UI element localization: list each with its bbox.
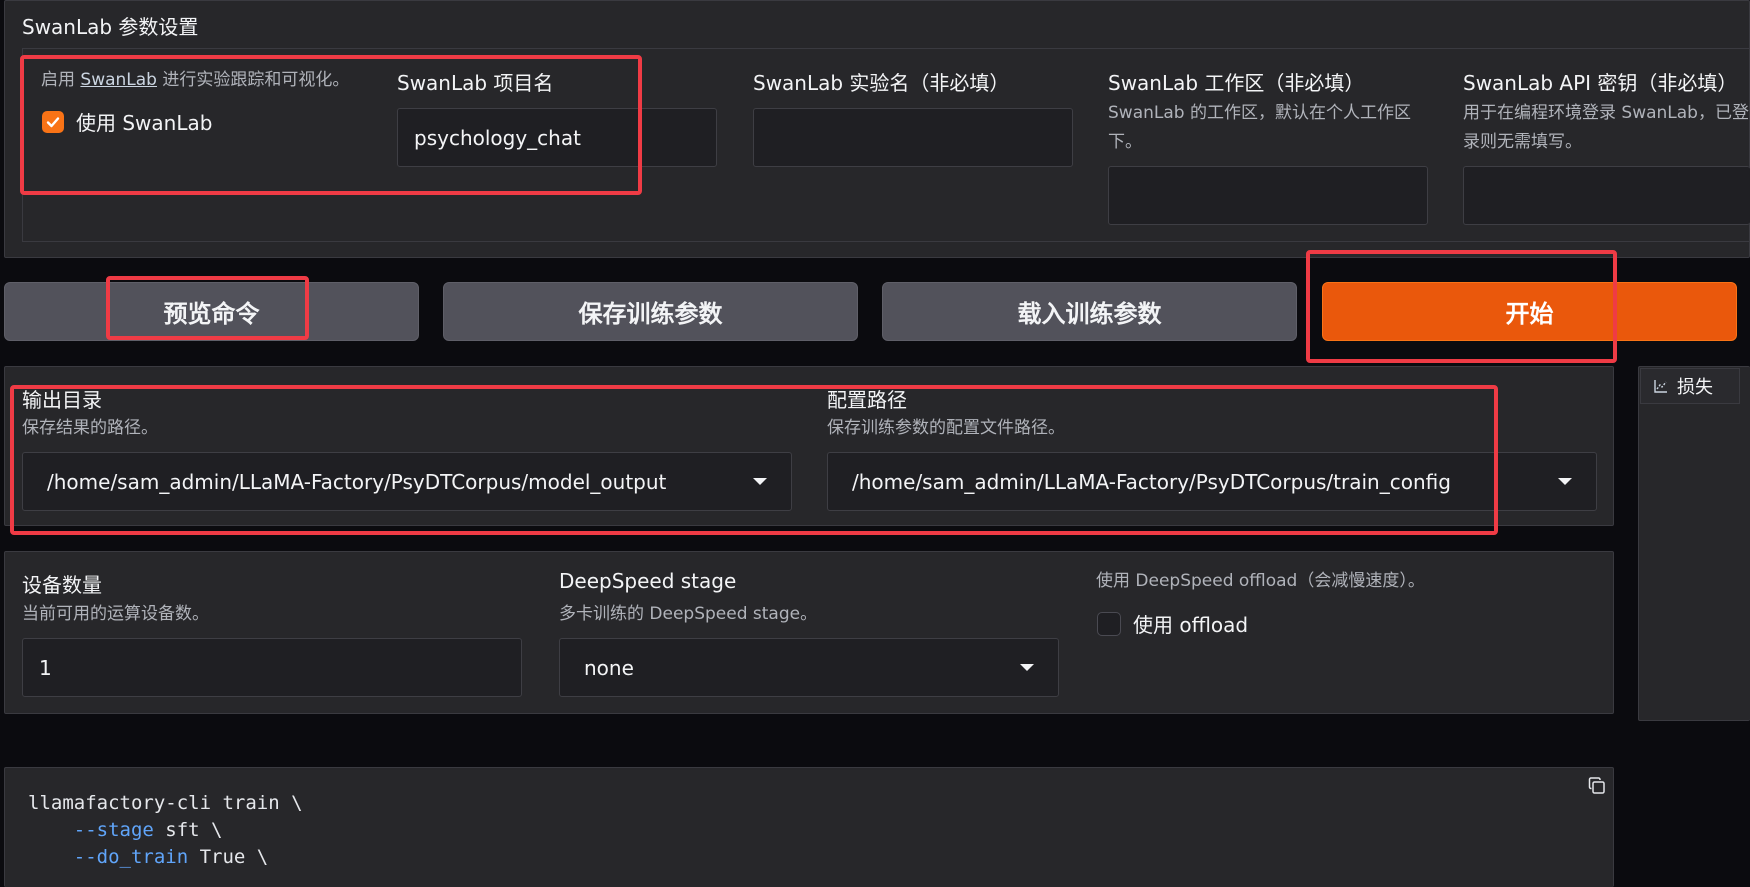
deepspeed-stage-value: none xyxy=(584,655,634,680)
use-offload-checkbox[interactable] xyxy=(1097,611,1121,636)
swanlab-enable-description: 启用 SwanLab 进行实验跟踪和可视化。 xyxy=(41,66,349,95)
output-dir-dropdown[interactable]: /home/sam_admin/LLaMA-Factory/PsyDTCorpu… xyxy=(22,452,792,511)
use-swanlab-checkbox-row[interactable]: 使用 SwanLab xyxy=(42,107,212,136)
config-path-label: 配置路径 xyxy=(827,388,907,412)
preview-command-button[interactable]: 预览命令 xyxy=(4,282,419,341)
use-swanlab-label: 使用 SwanLab xyxy=(76,111,213,135)
chevron-down-icon[interactable] xyxy=(1558,478,1572,485)
code-value: True \ xyxy=(188,846,269,868)
swanlab-api-key-label: SwanLab API 密钥（非必填） xyxy=(1463,71,1738,95)
output-dir-description: 保存结果的路径。 xyxy=(22,418,158,438)
swanlab-api-key-description: 用于在编程环境登录 SwanLab，已登录则无需填写。 xyxy=(1463,103,1749,152)
deepspeed-stage-description: 多卡训练的 DeepSpeed stage。 xyxy=(559,604,818,624)
swanlab-project-input[interactable]: psychology_chat xyxy=(397,108,717,167)
config-path-value: /home/sam_admin/LLaMA-Factory/PsyDTCorpu… xyxy=(852,469,1451,494)
swanlab-section-title: SwanLab 参数设置 xyxy=(22,15,199,39)
chevron-down-icon[interactable] xyxy=(1020,664,1034,671)
swanlab-workspace-label: SwanLab 工作区（非必填） xyxy=(1108,71,1365,95)
swanlab-workspace-description: SwanLab 的工作区，默认在个人工作区下。 xyxy=(1108,103,1411,152)
device-count-description: 当前可用的运算设备数。 xyxy=(22,604,209,624)
save-training-params-button[interactable]: 保存训练参数 xyxy=(443,282,858,341)
swanlab-project-label: SwanLab 项目名 xyxy=(397,71,554,95)
loss-tab-label: 损失 xyxy=(1677,377,1713,398)
swanlab-experiment-label: SwanLab 实验名（非必填） xyxy=(753,71,1010,95)
swanlab-api-key-input[interactable] xyxy=(1463,166,1750,225)
copy-icon[interactable] xyxy=(1587,776,1607,796)
start-button[interactable]: 开始 xyxy=(1322,282,1737,341)
config-path-description: 保存训练参数的配置文件路径。 xyxy=(827,418,1065,438)
offload-description: 使用 DeepSpeed offload（会减慢速度）。 xyxy=(1096,571,1425,591)
chart-icon xyxy=(1654,380,1667,393)
chevron-down-icon[interactable] xyxy=(753,478,767,485)
loss-plot-panel xyxy=(1638,366,1750,721)
loss-tab[interactable]: 损失 xyxy=(1640,368,1740,404)
swanlab-experiment-input[interactable] xyxy=(753,108,1073,167)
code-flag: --do_train xyxy=(73,846,189,868)
deepspeed-stage-label: DeepSpeed stage xyxy=(559,569,737,593)
swanlab-workspace-input[interactable] xyxy=(1108,166,1428,225)
code-flag: --stage xyxy=(73,819,154,841)
code-value: sft \ xyxy=(153,819,223,841)
config-path-dropdown[interactable]: /home/sam_admin/LLaMA-Factory/PsyDTCorpu… xyxy=(827,452,1597,511)
output-dir-value: /home/sam_admin/LLaMA-Factory/PsyDTCorpu… xyxy=(47,469,667,494)
swanlab-enable-desc-prefix: 启用 xyxy=(41,70,81,90)
use-offload-label: 使用 offload xyxy=(1133,613,1249,637)
output-dir-label: 输出目录 xyxy=(22,388,102,412)
use-offload-checkbox-row[interactable]: 使用 offload xyxy=(1097,609,1248,638)
swanlab-link[interactable]: SwanLab xyxy=(80,70,157,90)
code-line: llamafactory-cli train \ xyxy=(28,792,303,814)
device-count-label: 设备数量 xyxy=(22,573,102,597)
command-code-block: llamafactory-cli train \ --stage sft \ -… xyxy=(28,790,303,871)
device-count-input[interactable]: 1 xyxy=(22,638,522,697)
load-training-params-button[interactable]: 载入训练参数 xyxy=(882,282,1297,341)
deepspeed-stage-dropdown[interactable]: none xyxy=(559,638,1059,697)
code-line: --do_train True \ xyxy=(28,844,303,871)
use-swanlab-checkbox[interactable] xyxy=(42,110,64,133)
swanlab-enable-desc-suffix: 进行实验跟踪和可视化。 xyxy=(156,70,350,90)
code-line: --stage sft \ xyxy=(28,817,303,844)
checkmark-icon xyxy=(46,116,60,127)
